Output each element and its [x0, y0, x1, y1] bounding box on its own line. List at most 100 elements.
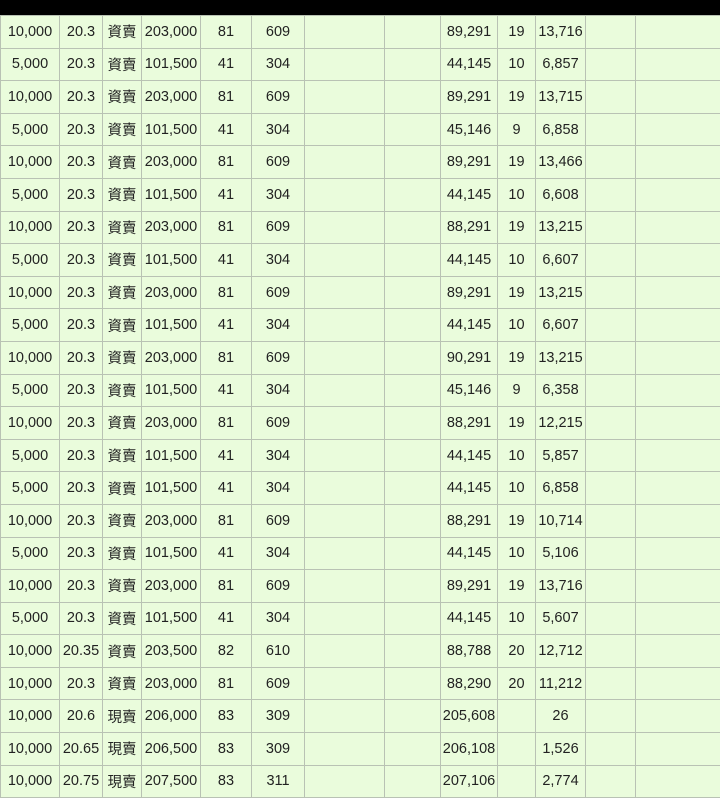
quantity-cell: 10,000 — [1, 733, 60, 766]
empty-cell — [586, 667, 636, 700]
quantity-cell: 5,000 — [1, 48, 60, 81]
empty-cell — [305, 407, 385, 440]
trade-type-cell: 資賣 — [103, 667, 142, 700]
table-row[interactable]: 5,00020.3資賣101,5004130445,14696,358 — [1, 374, 720, 407]
empty-cell — [636, 113, 720, 146]
empty-cell — [586, 211, 636, 244]
table-row[interactable]: 10,00020.6現賣206,00083309205,60826 — [1, 700, 720, 733]
net-amount-cell: 89,291 — [441, 276, 498, 309]
table-row[interactable]: 10,00020.3資賣203,0008160988,2911913,215 — [1, 211, 720, 244]
trade-type-cell: 資賣 — [103, 48, 142, 81]
empty-cell — [305, 635, 385, 668]
empty-cell — [385, 570, 441, 603]
empty-cell — [305, 211, 385, 244]
price-cell: 20.3 — [60, 211, 103, 244]
profit-cell: 5,857 — [536, 439, 586, 472]
empty-cell — [586, 635, 636, 668]
table-row[interactable]: 5,00020.3資賣101,5004130444,145106,607 — [1, 309, 720, 342]
trade-type-cell: 資賣 — [103, 341, 142, 374]
days-cell: 10 — [498, 537, 536, 570]
fee-cell: 41 — [201, 602, 252, 635]
empty-cell — [385, 178, 441, 211]
empty-cell — [636, 700, 720, 733]
table-row[interactable]: 10,00020.3資賣203,0008160990,2911913,215 — [1, 341, 720, 374]
table-row[interactable]: 10,00020.3資賣203,0008160988,2911910,714 — [1, 504, 720, 537]
net-amount-cell: 44,145 — [441, 472, 498, 505]
table-row[interactable]: 10,00020.3資賣203,0008160989,2911913,716 — [1, 570, 720, 603]
empty-cell — [305, 504, 385, 537]
empty-cell — [636, 635, 720, 668]
table-row[interactable]: 5,00020.3資賣101,5004130444,145106,858 — [1, 472, 720, 505]
trade-type-cell: 現賣 — [103, 700, 142, 733]
table-row[interactable]: 10,00020.3資賣203,0008160989,2911913,215 — [1, 276, 720, 309]
empty-cell — [586, 765, 636, 798]
tax-cell: 304 — [252, 537, 305, 570]
trade-type-cell: 資賣 — [103, 504, 142, 537]
quantity-cell: 10,000 — [1, 667, 60, 700]
price-cell: 20.3 — [60, 537, 103, 570]
profit-cell: 10,714 — [536, 504, 586, 537]
quantity-cell: 5,000 — [1, 244, 60, 277]
quantity-cell: 10,000 — [1, 504, 60, 537]
price-cell: 20.3 — [60, 113, 103, 146]
table-row[interactable]: 10,00020.3資賣203,0008160989,2911913,466 — [1, 146, 720, 179]
table-row[interactable]: 5,00020.3資賣101,5004130444,145106,857 — [1, 48, 720, 81]
fee-cell: 41 — [201, 178, 252, 211]
table-row[interactable]: 5,00020.3資賣101,5004130444,145105,106 — [1, 537, 720, 570]
table-row[interactable]: 10,00020.3資賣203,0008160989,2911913,715 — [1, 81, 720, 114]
net-amount-cell: 44,145 — [441, 178, 498, 211]
empty-cell — [636, 309, 720, 342]
trade-type-cell: 資賣 — [103, 178, 142, 211]
profit-cell: 6,857 — [536, 48, 586, 81]
table-row[interactable]: 10,00020.3資賣203,0008160989,2911913,716 — [1, 16, 720, 49]
days-cell: 19 — [498, 504, 536, 537]
empty-cell — [305, 178, 385, 211]
table-row[interactable]: 5,00020.3資賣101,5004130444,145105,857 — [1, 439, 720, 472]
fee-cell: 41 — [201, 244, 252, 277]
table-row[interactable]: 10,00020.3資賣203,0008160988,2902011,212 — [1, 667, 720, 700]
price-cell: 20.3 — [60, 16, 103, 49]
profit-cell: 13,215 — [536, 211, 586, 244]
tax-cell: 304 — [252, 48, 305, 81]
table-row[interactable]: 10,00020.75現賣207,50083311207,1062,774 — [1, 765, 720, 798]
table-row[interactable]: 10,00020.3資賣203,0008160988,2911912,215 — [1, 407, 720, 440]
days-cell: 19 — [498, 81, 536, 114]
fee-cell: 41 — [201, 48, 252, 81]
tax-cell: 304 — [252, 374, 305, 407]
empty-cell — [305, 733, 385, 766]
quantity-cell: 10,000 — [1, 81, 60, 114]
empty-cell — [586, 113, 636, 146]
profit-cell: 6,858 — [536, 113, 586, 146]
quantity-cell: 5,000 — [1, 178, 60, 211]
price-cell: 20.3 — [60, 602, 103, 635]
tax-cell: 304 — [252, 309, 305, 342]
fee-cell: 41 — [201, 537, 252, 570]
table-row[interactable]: 5,00020.3資賣101,5004130444,145105,607 — [1, 602, 720, 635]
amount-cell: 101,500 — [142, 48, 201, 81]
table-row[interactable]: 5,00020.3資賣101,5004130444,145106,608 — [1, 178, 720, 211]
table-row[interactable]: 10,00020.65現賣206,50083309206,1081,526 — [1, 733, 720, 766]
table-row[interactable]: 5,00020.3資賣101,5004130444,145106,607 — [1, 244, 720, 277]
profit-cell: 12,215 — [536, 407, 586, 440]
net-amount-cell: 88,290 — [441, 667, 498, 700]
profit-cell: 1,526 — [536, 733, 586, 766]
amount-cell: 101,500 — [142, 537, 201, 570]
price-cell: 20.3 — [60, 146, 103, 179]
empty-cell — [636, 537, 720, 570]
price-cell: 20.3 — [60, 374, 103, 407]
quantity-cell: 10,000 — [1, 407, 60, 440]
trade-type-cell: 資賣 — [103, 602, 142, 635]
net-amount-cell: 45,146 — [441, 374, 498, 407]
price-cell: 20.75 — [60, 765, 103, 798]
fee-cell: 82 — [201, 635, 252, 668]
price-cell: 20.3 — [60, 81, 103, 114]
table-row[interactable]: 10,00020.35資賣203,5008261088,7882012,712 — [1, 635, 720, 668]
tax-cell: 609 — [252, 81, 305, 114]
days-cell: 10 — [498, 472, 536, 505]
trade-type-cell: 現賣 — [103, 765, 142, 798]
table-row[interactable]: 5,00020.3資賣101,5004130445,14696,858 — [1, 113, 720, 146]
quantity-cell: 10,000 — [1, 16, 60, 49]
days-cell: 10 — [498, 602, 536, 635]
profit-cell: 5,607 — [536, 602, 586, 635]
amount-cell: 203,000 — [142, 276, 201, 309]
